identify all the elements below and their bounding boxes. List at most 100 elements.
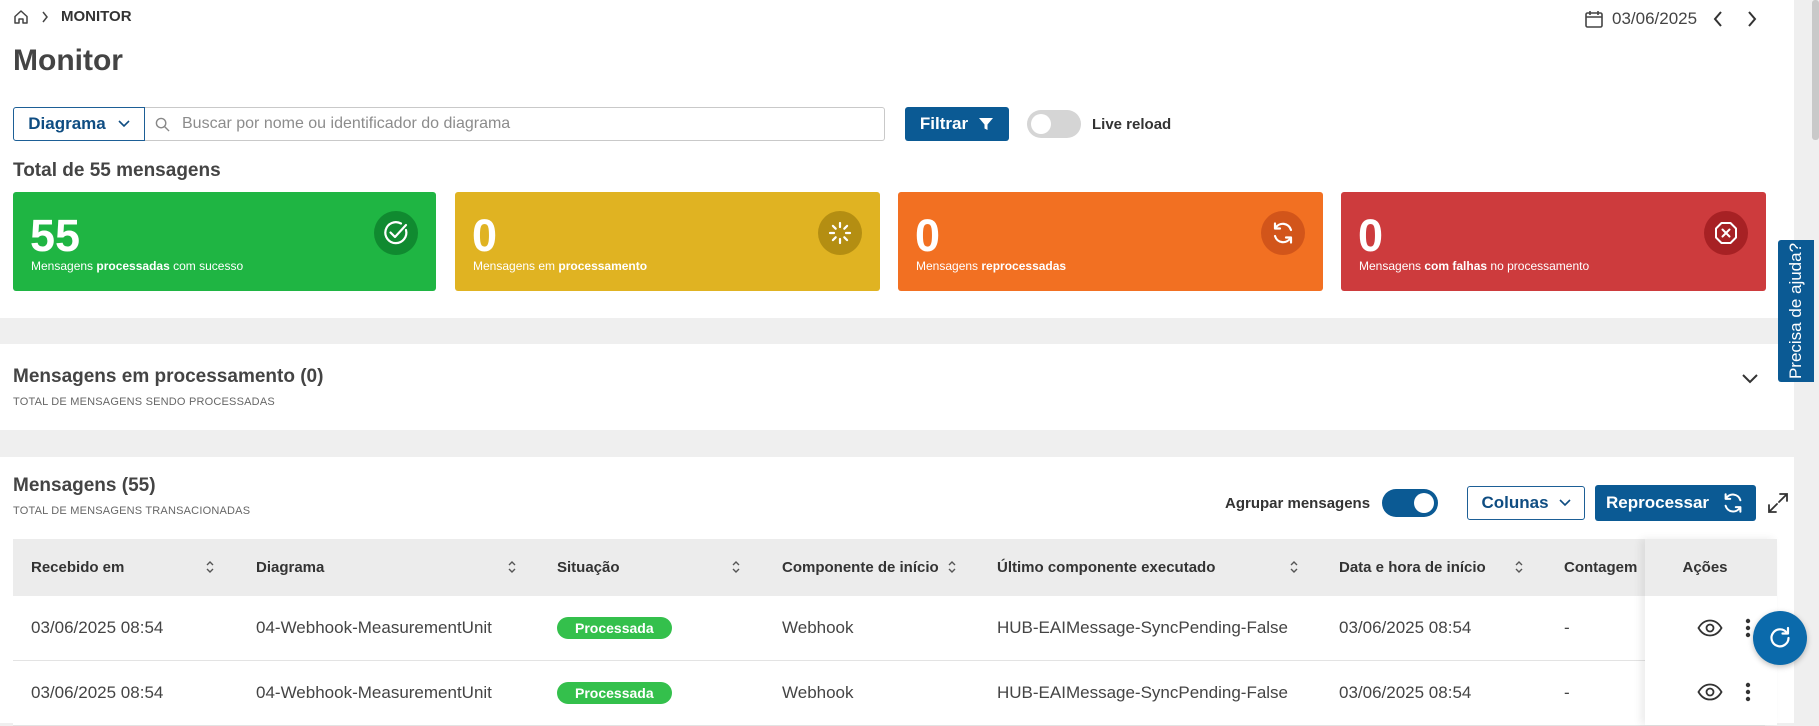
- reprocess-button-label: Reprocessar: [1606, 493, 1710, 512]
- spinner-icon: [818, 211, 862, 255]
- card-value: 0: [472, 210, 498, 261]
- help-tab-label: Precisa de ajuda?: [1786, 242, 1805, 380]
- failed-card[interactable]: 0 Mensagens com falhas no processamento: [1341, 192, 1766, 291]
- page-scrollbar[interactable]: [1812, 0, 1819, 140]
- refresh-icon: [1261, 211, 1305, 255]
- success-card[interactable]: 55 Mensagens processadas com sucesso: [13, 192, 436, 291]
- reprocessed-card[interactable]: 0 Mensagens reprocessadas: [898, 192, 1323, 291]
- cell-start-component: Webhook: [782, 618, 854, 637]
- search-box: [145, 107, 885, 141]
- expand-icon[interactable]: [1766, 491, 1790, 515]
- current-date[interactable]: 03/06/2025: [1612, 9, 1697, 29]
- filter-bar: Diagrama Filtrar Live reload: [13, 106, 1171, 142]
- card-value: 0: [1358, 210, 1384, 261]
- refresh-icon: [1767, 625, 1793, 651]
- home-icon[interactable]: [13, 9, 29, 25]
- search-input[interactable]: [180, 114, 874, 134]
- breadcrumb-current: MONITOR: [61, 8, 132, 25]
- next-date-button[interactable]: [1739, 11, 1765, 27]
- cell-status: Processada: [557, 661, 672, 725]
- cell-start-datetime: 03/06/2025 08:54: [1339, 683, 1472, 702]
- column-header-actions: Ações: [1645, 539, 1777, 596]
- messages-table: Recebido em Diagrama Situação Componente…: [13, 539, 1777, 726]
- column-header-count[interactable]: Contagem: [1564, 539, 1637, 596]
- total-messages-label: Total de 55 mensagens: [13, 160, 221, 181]
- cell-count: -: [1564, 683, 1570, 702]
- refresh-icon: [1721, 491, 1745, 515]
- calendar-icon[interactable]: [1584, 9, 1604, 29]
- view-eye-icon[interactable]: [1697, 619, 1723, 637]
- more-vertical-icon[interactable]: [1745, 618, 1751, 638]
- refresh-fab-button[interactable]: [1753, 611, 1807, 665]
- chevron-right-icon: [41, 11, 49, 23]
- chevron-down-icon: [118, 120, 130, 128]
- cell-received: 03/06/2025 08:54: [31, 618, 164, 637]
- column-header-start-datetime[interactable]: Data e hora de início: [1339, 539, 1486, 596]
- column-header-last-component[interactable]: Último componente executado: [997, 539, 1215, 596]
- column-header-received[interactable]: Recebido em: [31, 539, 124, 596]
- breadcrumb: MONITOR: [13, 8, 132, 25]
- toggle-knob: [1414, 493, 1435, 513]
- table-row[interactable]: 03/06/2025 08:54 04-Webhook-MeasurementU…: [13, 661, 1765, 726]
- card-description: Mensagens com falhas no processamento: [1359, 259, 1590, 273]
- cell-status: Processada: [557, 596, 672, 660]
- columns-button[interactable]: Colunas: [1467, 486, 1586, 520]
- processing-card[interactable]: 0 Mensagens em processamento: [455, 192, 880, 291]
- cell-count: -: [1564, 618, 1570, 637]
- toggle-knob: [1031, 114, 1051, 134]
- diagram-select[interactable]: Diagrama: [13, 107, 145, 141]
- table-header: Recebido em Diagrama Situação Componente…: [13, 539, 1765, 596]
- cell-last-component: HUB-EAIMessage-SyncPending-False: [997, 683, 1289, 702]
- processing-panel: Mensagens em processamento (0) TOTAL DE …: [0, 344, 1794, 430]
- previous-date-button[interactable]: [1705, 11, 1731, 27]
- status-badge: Processada: [557, 617, 672, 639]
- funnel-icon: [978, 116, 994, 132]
- processing-title: Mensagens em processamento (0): [13, 366, 324, 387]
- sort-icon[interactable]: [507, 559, 517, 575]
- group-messages-label: Agrupar mensagens: [1225, 494, 1371, 512]
- cell-diagram: 04-Webhook-MeasurementUnit: [256, 683, 492, 702]
- check-circle-icon: [374, 211, 418, 255]
- card-description: Mensagens reprocessadas: [916, 259, 1067, 273]
- card-description: Mensagens processadas com sucesso: [31, 259, 244, 273]
- card-description: Mensagens em processamento: [473, 259, 648, 273]
- chevron-down-icon: [1559, 499, 1571, 507]
- sort-icon[interactable]: [1514, 559, 1524, 575]
- sort-icon[interactable]: [731, 559, 741, 575]
- sort-icon[interactable]: [947, 559, 957, 575]
- more-vertical-icon[interactable]: [1745, 682, 1751, 702]
- expand-chevron-icon[interactable]: [1742, 374, 1758, 384]
- status-badge: Processada: [557, 682, 672, 704]
- cell-diagram: 04-Webhook-MeasurementUnit: [256, 618, 492, 637]
- card-value: 55: [30, 210, 81, 261]
- date-navigator: 03/06/2025: [1584, 9, 1765, 29]
- help-tab[interactable]: Precisa de ajuda?: [1778, 240, 1814, 382]
- filter-button[interactable]: Filtrar: [905, 107, 1009, 141]
- cell-received: 03/06/2025 08:54: [31, 683, 164, 702]
- cell-start-datetime: 03/06/2025 08:54: [1339, 618, 1472, 637]
- messages-toolbar: Agrupar mensagens Colunas Reprocessar: [1225, 485, 1790, 521]
- table-row[interactable]: 03/06/2025 08:54 04-Webhook-MeasurementU…: [13, 596, 1765, 661]
- column-header-status[interactable]: Situação: [557, 539, 620, 596]
- row-actions: [1645, 660, 1777, 724]
- cell-last-component: HUB-EAIMessage-SyncPending-False: [997, 618, 1289, 637]
- processing-subtitle: TOTAL DE MENSAGENS SENDO PROCESSADAS: [13, 396, 275, 408]
- messages-title: Mensagens (55): [13, 475, 156, 496]
- error-octagon-icon: [1704, 211, 1748, 255]
- sort-icon[interactable]: [1289, 559, 1299, 575]
- messages-panel: Mensagens (55) TOTAL DE MENSAGENS TRANSA…: [0, 457, 1794, 726]
- reprocess-button[interactable]: Reprocessar: [1595, 485, 1757, 521]
- live-reload-toggle[interactable]: [1027, 110, 1081, 138]
- card-value: 0: [915, 210, 941, 261]
- group-messages-toggle[interactable]: [1382, 489, 1439, 517]
- columns-button-label: Colunas: [1481, 493, 1549, 512]
- search-icon: [155, 117, 170, 132]
- page-title: Monitor: [13, 44, 123, 77]
- sort-icon[interactable]: [205, 559, 215, 575]
- diagram-select-label: Diagrama: [28, 114, 106, 133]
- view-eye-icon[interactable]: [1697, 683, 1723, 701]
- column-header-diagram[interactable]: Diagrama: [256, 539, 324, 596]
- messages-subtitle: TOTAL DE MENSAGENS TRANSACIONADAS: [13, 505, 251, 517]
- filter-button-label: Filtrar: [919, 114, 969, 133]
- column-header-start-component[interactable]: Componente de início: [782, 539, 939, 596]
